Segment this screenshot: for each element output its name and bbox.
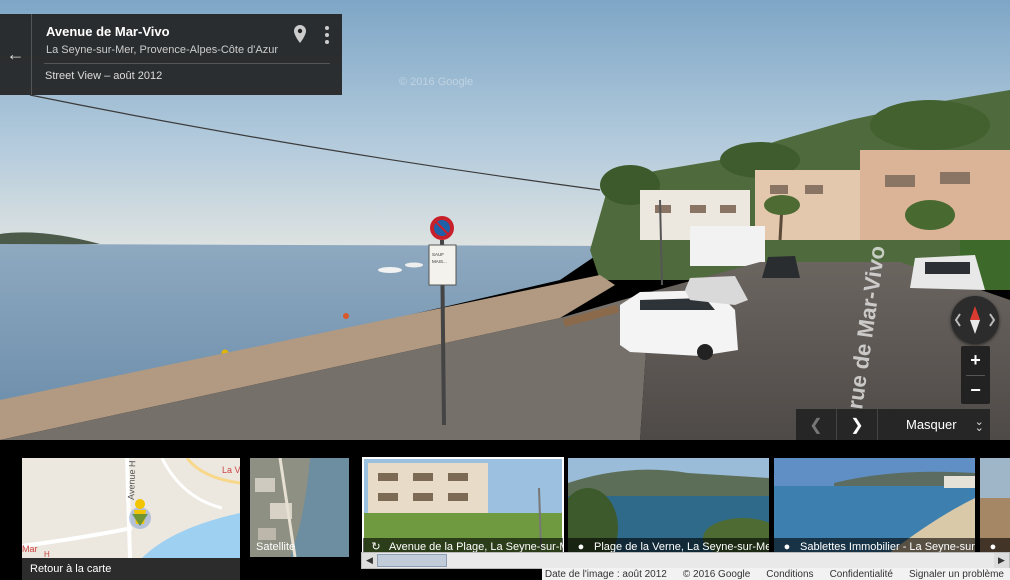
- shrub: [905, 200, 955, 230]
- map-pin-icon[interactable]: [294, 25, 306, 45]
- satellite-tile[interactable]: Satellite: [250, 458, 349, 557]
- boat: [405, 262, 423, 268]
- chevron-left-icon: ❮: [809, 416, 823, 434]
- prev-button[interactable]: ❮: [796, 409, 836, 440]
- map-footer: Date de l'image : août 2012 © 2016 Googl…: [541, 568, 1010, 580]
- map-place-label: H: [44, 550, 50, 558]
- location-info-card: ← Avenue de Mar-Vivo La Seyne-sur-Mer, P…: [0, 14, 342, 95]
- wall-white: [690, 226, 765, 266]
- map-place-label: La V: [222, 465, 240, 475]
- zoom-in-button[interactable]: +: [961, 346, 990, 375]
- next-button[interactable]: ❯: [837, 409, 877, 440]
- zoom-control: + −: [961, 346, 990, 404]
- privacy-link[interactable]: Confidentialité: [830, 569, 893, 580]
- street-view-date: Street View – août 2012: [45, 70, 163, 82]
- boat: [378, 267, 402, 273]
- dark-car: [762, 256, 800, 278]
- filmstrip-nav-bar: ❮ ❯ Masquer ⌄ ⌄: [796, 409, 990, 440]
- image-date: Date de l'image : août 2012: [544, 568, 667, 580]
- photo-tile[interactable]: ↻ Avenue de la Plage, La Seyne-sur-Mer: [362, 457, 564, 558]
- buoy: [343, 313, 349, 319]
- terms-link[interactable]: Conditions: [766, 569, 813, 580]
- place-subtitle: La Seyne-sur-Mer, Provence-Alpes-Côte d'…: [46, 44, 278, 56]
- filmstrip-scrollbar[interactable]: ◀ ▶: [361, 552, 1010, 569]
- scroll-left-icon[interactable]: ◀: [362, 553, 377, 568]
- hide-imagery-button[interactable]: Masquer: [906, 417, 957, 432]
- satellite-label: Satellite: [256, 541, 296, 553]
- svg-text:MAIS...: MAIS...: [432, 259, 447, 264]
- svg-text:SAUF: SAUF: [432, 252, 444, 257]
- back-button[interactable]: ←: [0, 14, 32, 95]
- zoom-out-button[interactable]: −: [961, 376, 990, 405]
- compass-icon: [954, 306, 996, 334]
- palm-tree: [764, 195, 800, 215]
- map-place-label: Mar: [22, 544, 38, 554]
- sign-panel: [428, 244, 457, 286]
- map-street-label: Avenue H: [126, 460, 137, 500]
- photo-tile[interactable]: ● Plage de la Verne, La Seyne-sur-Mer: [568, 458, 769, 557]
- more-vert-icon[interactable]: [324, 25, 330, 45]
- scrollbar-thumb[interactable]: [377, 554, 447, 567]
- panorama-watermark: © 2016 Google: [399, 76, 474, 88]
- place-title: Avenue de Mar-Vivo: [46, 24, 170, 39]
- divider: [44, 63, 330, 64]
- mini-map: Avenue H La V Mar H: [21, 457, 241, 559]
- compass-control[interactable]: [951, 296, 999, 344]
- scroll-right-icon[interactable]: ▶: [994, 553, 1009, 568]
- double-chevron-down-icon[interactable]: ⌄ ⌄: [975, 416, 984, 433]
- photo-tile[interactable]: ●: [980, 458, 1010, 557]
- tree: [870, 100, 990, 150]
- chevron-right-icon: ❯: [850, 416, 864, 434]
- parked-car-right: [910, 255, 985, 290]
- photo-tile[interactable]: ●Sablettes Immobilier - La Seyne-sur-Mer: [774, 458, 975, 557]
- back-to-map-caption: Retour à la carte: [22, 558, 240, 580]
- report-problem-link[interactable]: Signaler un problème: [909, 569, 1004, 580]
- back-to-map-tile[interactable]: Avenue H La V Mar H Retour à la carte: [21, 457, 241, 580]
- copyright: © 2016 Google: [682, 568, 751, 580]
- arrow-left-icon: ←: [6, 44, 25, 64]
